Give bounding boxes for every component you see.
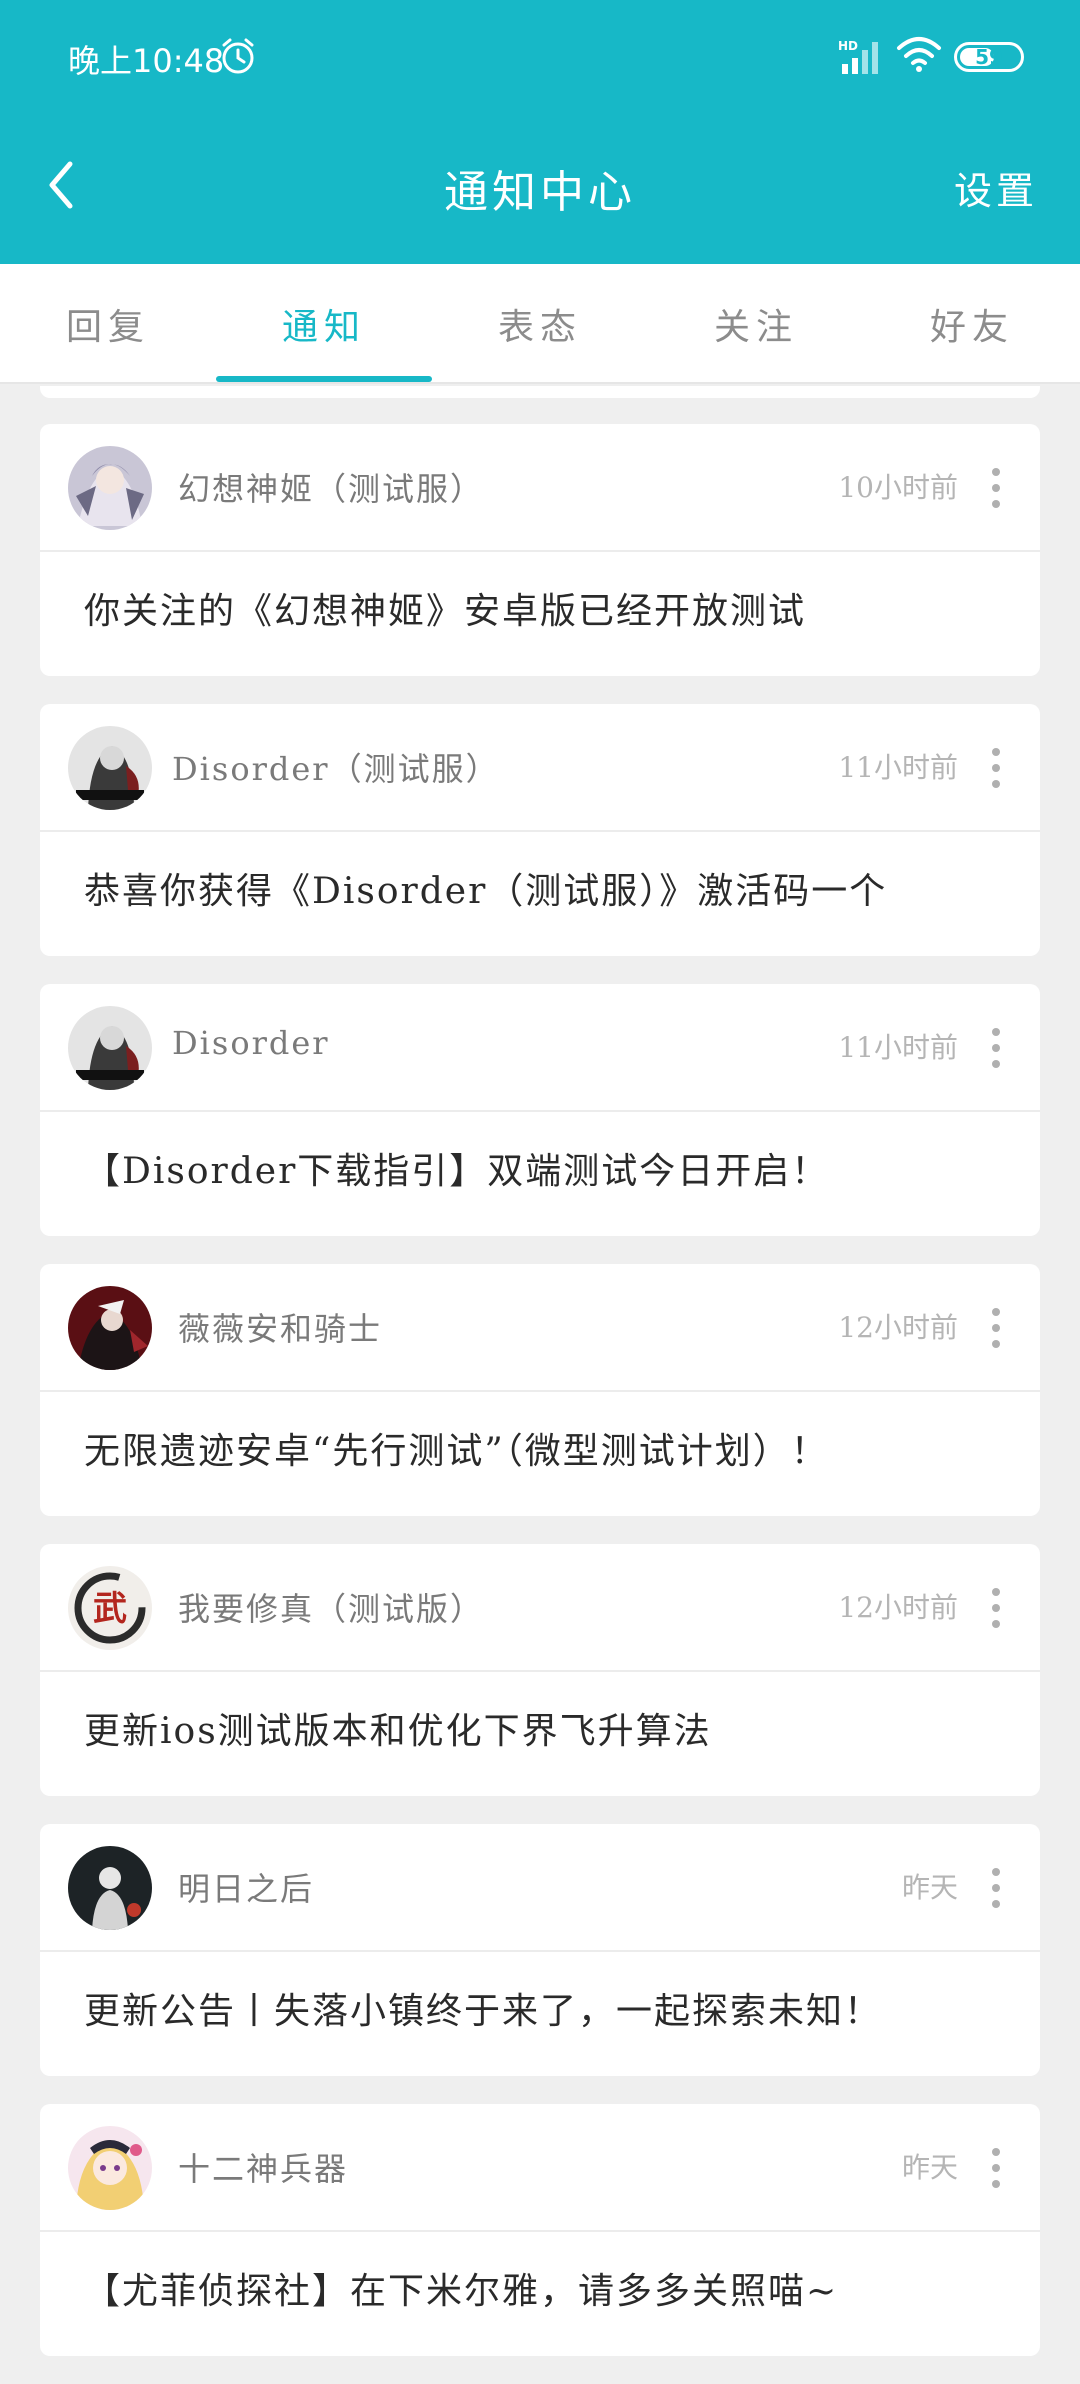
anime-girl-avatar[interactable] <box>68 446 152 530</box>
sender-name: Disorder（测试服） <box>172 750 500 788</box>
more-vertical-icon[interactable] <box>990 2146 1002 2190</box>
notification-card[interactable]: Disorder 11小时前 【Disorder下载指引】双端测试今日开启！ <box>40 984 1040 1236</box>
notification-card[interactable]: Disorder（测试服） 11小时前 恭喜你获得《Disorder（测试服）》… <box>40 704 1040 956</box>
more-vertical-icon[interactable] <box>990 1586 1002 1630</box>
notification-message: 更新ios测试版本和优化下界飞升算法 <box>84 1711 712 1752</box>
sender-name: Disorder <box>172 1024 330 1062</box>
card-header: 武 我要修真（测试版） 12小时前 <box>40 1544 1040 1672</box>
card-header: Disorder 11小时前 <box>40 984 1040 1112</box>
notification-message: 你关注的《幻想神姬》安卓版已经开放测试 <box>84 591 807 632</box>
notification-message: 更新公告丨失落小镇终于来了，一起探索未知！ <box>84 1991 883 2032</box>
more-vertical-icon[interactable] <box>990 1026 1002 1070</box>
more-vertical-icon[interactable] <box>990 1866 1002 1910</box>
blonde-girl-avatar[interactable] <box>68 2126 152 2210</box>
notification-list: 幻想神姬（测试服） 10小时前 你关注的《幻想神姬》安卓版已经开放测试 Diso… <box>40 424 1040 2384</box>
notification-card[interactable]: 幻想神姬（测试服） 10小时前 你关注的《幻想神姬》安卓版已经开放测试 <box>40 424 1040 676</box>
notification-card[interactable]: 十二神兵器 昨天 【尤菲侦探社】在下米尔雅，请多多关照喵~ <box>40 2104 1040 2356</box>
timestamp: 12小时前 <box>838 1311 958 1344</box>
signal-icon: HD <box>838 39 878 74</box>
card-header: 明日之后 昨天 <box>40 1824 1040 1952</box>
sender-name: 我要修真（测试版） <box>178 1590 485 1628</box>
previous-card-edge <box>40 386 1040 398</box>
card-header: 十二神兵器 昨天 <box>40 2104 1040 2232</box>
active-tab-indicator <box>216 376 432 382</box>
wifi-icon <box>897 37 941 72</box>
status-bar: 晚上10:48 HD 59 <box>0 0 1080 110</box>
notification-card[interactable]: 薇薇安和骑士 12小时前 无限遗迹安卓“先行测试”（微型测试计划）！ <box>40 1264 1040 1516</box>
timestamp: 10小时前 <box>838 471 958 504</box>
app-header: 晚上10:48 HD 59 通知中心 设置 <box>0 0 1080 264</box>
sender-name: 幻想神姬（测试服） <box>178 470 485 508</box>
notification-card[interactable]: 明日之后 昨天 更新公告丨失落小镇终于来了，一起探索未知！ <box>40 1824 1040 2076</box>
notification-message: 【尤菲侦探社】在下米尔雅，请多多关照喵~ <box>84 2271 839 2312</box>
tab-replies[interactable]: 回复 <box>0 264 216 384</box>
timestamp: 昨天 <box>901 2151 958 2184</box>
seal-glyph: 武 <box>93 1589 127 1629</box>
tab-notifications[interactable]: 通知 <box>216 264 432 384</box>
notification-message: 恭喜你获得《Disorder（测试服）》激活码一个 <box>84 871 888 912</box>
notification-message: 无限遗迹安卓“先行测试”（微型测试计划）！ <box>84 1431 829 1472</box>
alarm-icon <box>222 38 254 74</box>
card-header: 薇薇安和骑士 12小时前 <box>40 1264 1040 1392</box>
more-vertical-icon[interactable] <box>990 1306 1002 1350</box>
notification-card[interactable]: 武 我要修真（测试版） 12小时前 更新ios测试版本和优化下界飞升算法 <box>40 1544 1040 1796</box>
more-vertical-icon[interactable] <box>990 746 1002 790</box>
status-time: 晚上10:48 <box>68 42 225 80</box>
timestamp: 昨天 <box>901 1871 958 1904</box>
sender-name: 十二神兵器 <box>178 2150 349 2188</box>
disorder-avatar[interactable] <box>68 1006 152 1090</box>
knight-avatar[interactable] <box>68 1286 152 1370</box>
silhouette-avatar[interactable] <box>68 1846 152 1930</box>
tab-bar: 回复 通知 表态 关注 好友 <box>0 264 1080 384</box>
settings-button[interactable]: 设置 <box>954 160 1038 215</box>
sender-name: 薇薇安和骑士 <box>178 1310 383 1348</box>
tab-friends[interactable]: 好友 <box>864 264 1080 384</box>
page-title: 通知中心 <box>444 167 636 218</box>
notification-message: 【Disorder下载指引】双端测试今日开启！ <box>84 1151 830 1192</box>
card-header: Disorder（测试服） 11小时前 <box>40 704 1040 832</box>
ink-seal-avatar[interactable]: 武 <box>68 1566 152 1650</box>
timestamp: 11小时前 <box>838 751 958 784</box>
timestamp: 12小时前 <box>838 1591 958 1624</box>
disorder-avatar[interactable] <box>68 726 152 810</box>
card-header: 幻想神姬（测试服） 10小时前 <box>40 424 1040 552</box>
network-label: HD <box>838 39 858 53</box>
tab-reactions[interactable]: 表态 <box>432 264 648 384</box>
more-vertical-icon[interactable] <box>990 466 1002 510</box>
battery-level: 59 <box>975 45 1003 69</box>
tab-follows[interactable]: 关注 <box>648 264 864 384</box>
sender-name: 明日之后 <box>178 1870 315 1908</box>
timestamp: 11小时前 <box>838 1031 958 1064</box>
battery-icon: 59 <box>954 42 1024 72</box>
